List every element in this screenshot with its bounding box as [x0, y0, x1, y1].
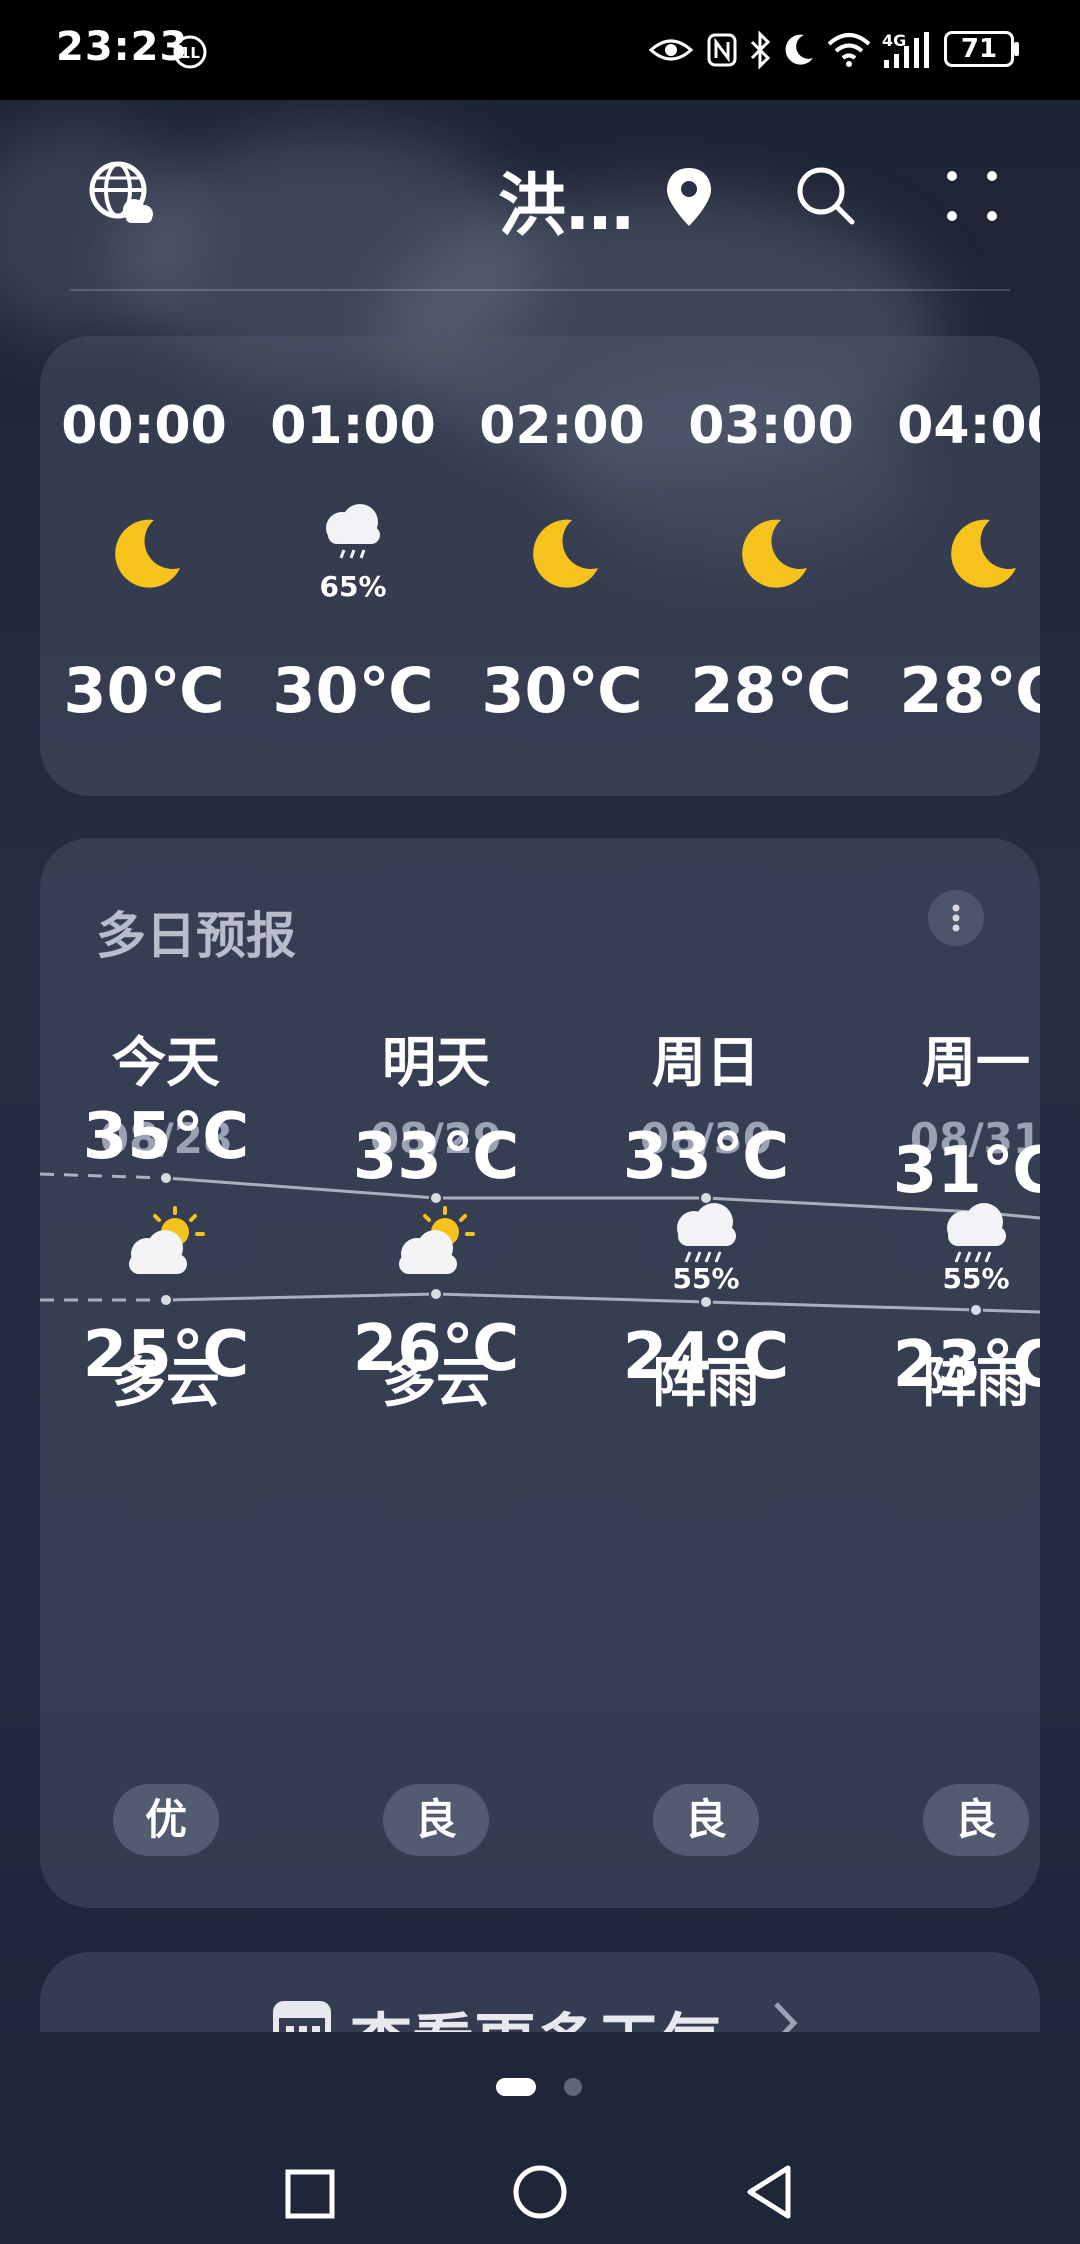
- moon-dnd-icon: [785, 34, 813, 65]
- aqi-badge[interactable]: 良: [923, 1784, 1029, 1856]
- bluetooth-icon: [750, 30, 771, 70]
- svg-text:4G: 4G: [882, 31, 906, 50]
- hourly-time: 00:00: [61, 396, 227, 456]
- hourly-temp: 30℃: [481, 654, 643, 727]
- data-saver-icon: 1L: [173, 35, 207, 69]
- low-trend-point: [429, 1287, 443, 1301]
- moon-icon: [104, 514, 184, 598]
- hourly-time: 03:00: [688, 396, 854, 456]
- hourly-time: 02:00: [479, 396, 645, 456]
- recent-apps-icon[interactable]: [284, 2168, 336, 2220]
- search-icon[interactable]: [794, 164, 858, 228]
- day-high-temp: 33℃: [622, 1120, 790, 1194]
- back-icon[interactable]: [744, 2164, 800, 2220]
- status-time: 23:23: [56, 24, 189, 70]
- pager-dot-active[interactable]: [496, 2078, 536, 2096]
- day-precip: 55%: [942, 1262, 1010, 1295]
- rain-icon: [318, 502, 388, 566]
- low-trend-point: [969, 1303, 983, 1317]
- hourly-time: 01:00: [270, 396, 436, 456]
- aqi-badge[interactable]: 优: [113, 1784, 219, 1856]
- daily-forecast-card[interactable]: 多日预报 今天 08/28 多云 35℃ 25℃ 优明天 08/29 多云 33℃ 26℃ 良周日 0…: [40, 838, 1040, 1908]
- location-pin-icon: [667, 168, 711, 226]
- hourly-temp: 30℃: [272, 654, 434, 727]
- pager-dot[interactable]: [564, 2078, 582, 2096]
- hourly-forecast-card[interactable]: 00:00 30℃ 01:00 65% 30℃ 02:00 30℃ 03:00 28℃ 04:00…: [40, 336, 1040, 796]
- day-low-temp: 23℃: [892, 1328, 1040, 1402]
- day-name: 明天: [382, 1031, 490, 1094]
- wifi-icon: [827, 33, 871, 67]
- hourly-temp: 28℃: [899, 654, 1040, 727]
- battery-tip: [1014, 42, 1019, 56]
- status-bar: 23:23 1L 4G 71: [0, 0, 1080, 100]
- day-precip: 55%: [672, 1262, 740, 1295]
- hourly-temp: 30℃: [63, 654, 225, 727]
- low-trend-point: [699, 1295, 713, 1309]
- day-high-temp: 31℃: [892, 1134, 1040, 1208]
- high-trend-past: [40, 1172, 167, 1180]
- signal-4g-icon: 4G: [882, 31, 929, 68]
- more-grid-icon[interactable]: [944, 168, 1000, 224]
- day-low-temp: 24℃: [622, 1320, 790, 1394]
- aqi-badge[interactable]: 良: [383, 1784, 489, 1856]
- partly-cloudy-icon: [391, 1206, 481, 1284]
- moon-icon: [522, 514, 602, 598]
- moon-icon: [940, 514, 1020, 598]
- day-name: 周日: [652, 1031, 760, 1094]
- day-name: 今天: [112, 1031, 220, 1094]
- day-high-temp: 33℃: [352, 1120, 520, 1194]
- hourly-temp: 28℃: [690, 654, 852, 727]
- header-divider: [70, 289, 1010, 291]
- day-low-temp: 26℃: [352, 1312, 520, 1386]
- hourly-time: 04:00: [897, 396, 1040, 456]
- battery-indicator: 71: [944, 31, 1014, 67]
- day-low-temp: 25℃: [82, 1318, 250, 1392]
- home-icon[interactable]: [512, 2164, 568, 2220]
- partly-cloudy-icon: [121, 1206, 211, 1284]
- day-name: 周一: [922, 1031, 1030, 1094]
- day-high-temp: 35℃: [82, 1100, 250, 1174]
- aqi-badge[interactable]: 良: [653, 1784, 759, 1856]
- nfc-icon: [707, 33, 737, 67]
- svg-text:1L: 1L: [180, 44, 200, 62]
- moon-icon: [731, 514, 811, 598]
- city-title[interactable]: 洪…: [498, 150, 634, 249]
- low-trend-point: [159, 1293, 173, 1307]
- eye-icon: [648, 39, 694, 61]
- low-trend-line: [165, 1292, 1040, 1314]
- hourly-precip: 65%: [319, 570, 387, 603]
- globe-cloud-icon[interactable]: [88, 160, 158, 230]
